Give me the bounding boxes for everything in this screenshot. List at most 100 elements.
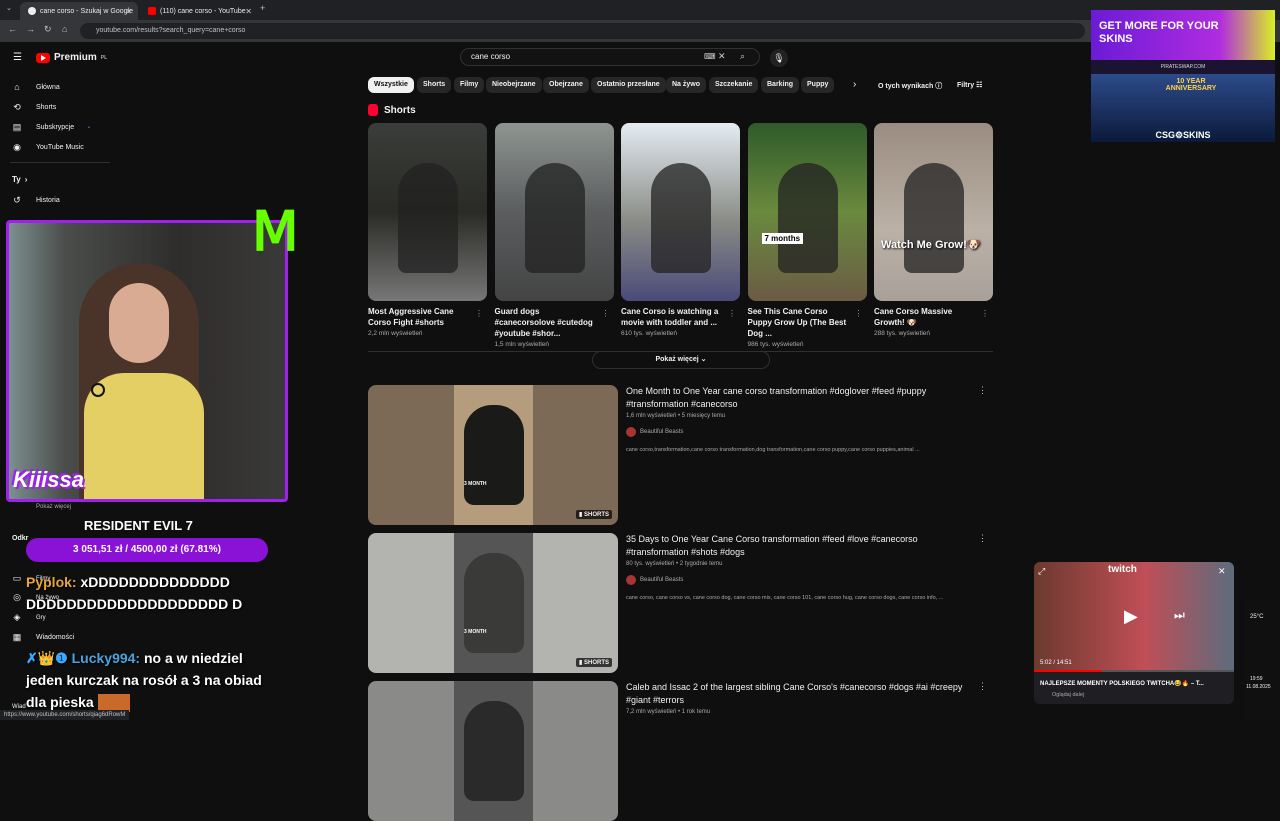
short-card[interactable]: Cane Corso is watching a movie with todd… bbox=[621, 123, 740, 337]
short-overlay-text: Watch Me Grow!🐶 bbox=[881, 239, 981, 251]
subscriptions-icon: ▤ bbox=[12, 122, 22, 132]
video-result[interactable]: Caleb and Issac 2 of the largest sibling… bbox=[368, 681, 993, 821]
dog-figure bbox=[524, 163, 585, 273]
expand-icon[interactable]: ⤢ bbox=[1038, 566, 1045, 577]
home-icon[interactable]: ⌂ bbox=[62, 24, 67, 34]
video-result[interactable]: 3 MONTH ▮ SHORTS One Month to One Year can… bbox=[368, 385, 993, 525]
back-icon[interactable]: ← bbox=[8, 24, 17, 34]
short-title[interactable]: Most Aggressive Cane Corso Fight #shorts bbox=[368, 306, 473, 328]
forward-icon[interactable]: → bbox=[26, 24, 35, 34]
video-thumbnail[interactable] bbox=[368, 681, 618, 821]
video-meta: 7,2 mln wyświetleń • 1 rok temu bbox=[626, 709, 711, 715]
chip-filter[interactable]: Ostatnio przesłane bbox=[591, 77, 666, 93]
close-tab-icon[interactable]: ✕ bbox=[245, 7, 252, 16]
short-title[interactable]: Cane Corso is watching a movie with todd… bbox=[621, 306, 726, 328]
new-tab-icon[interactable]: + bbox=[260, 3, 265, 13]
short-thumbnail[interactable] bbox=[494, 123, 614, 301]
sidebar-item-music[interactable]: ◉ YouTube Music bbox=[12, 142, 84, 153]
status-url: https://www.youtube.com/shorts/qiag6dRow… bbox=[0, 710, 130, 720]
close-tab-icon[interactable]: ✕ bbox=[125, 7, 132, 16]
tab-youtube[interactable]: (110) cane corso - YouTube ✕ bbox=[140, 2, 258, 20]
progress-track[interactable] bbox=[1034, 670, 1234, 672]
more-options-icon[interactable]: ⋮ bbox=[978, 533, 987, 544]
video-description: cane corso,transformation,cane corso tra… bbox=[626, 447, 920, 453]
video-result[interactable]: 3 MONTH ▮ SHORTS 35 Days to One Year Cane … bbox=[368, 533, 993, 673]
more-options-icon[interactable]: ⋮ bbox=[475, 309, 483, 318]
chip-filter[interactable]: Shorts bbox=[417, 77, 452, 93]
sidebar-item-news[interactable]: ▦ Wiadomości bbox=[12, 632, 74, 643]
clear-search-icon[interactable]: ✕ bbox=[718, 51, 726, 62]
more-options-icon[interactable]: ⋮ bbox=[728, 309, 736, 318]
ad-headline: GET MORE FOR YOUR SKINS bbox=[1099, 20, 1219, 45]
sidebar-item-shorts[interactable]: ⟲ Shorts bbox=[12, 102, 56, 113]
menu-icon[interactable]: ☰ bbox=[13, 52, 22, 63]
sidebar-item-subscriptions[interactable]: ▤ Subskrypcje • bbox=[12, 122, 90, 133]
show-more-shorts-button[interactable]: Pokaż więcej ⌄ bbox=[592, 351, 770, 369]
chat-message: Pyplok: xDDDDDDDDDDDDDD DDDDDDDDDDDDDDDD… bbox=[26, 571, 266, 615]
mini-player-title: NAJLEPSZE MOMENTY POLSKIEGO TWITCHA😂🔥 – … bbox=[1040, 681, 1204, 687]
short-title[interactable]: See This Cane Corso Puppy Grow Up (The B… bbox=[748, 306, 853, 339]
play-icon[interactable]: ▶ bbox=[1124, 606, 1138, 627]
short-thumbnail[interactable] bbox=[621, 123, 740, 301]
video-thumbnail[interactable]: 3 MONTH ▮ SHORTS bbox=[368, 385, 618, 525]
headphones-icon bbox=[91, 383, 105, 397]
address-bar[interactable]: youtube.com/results?search_query=cane+co… bbox=[80, 23, 1085, 39]
short-card[interactable]: 7 months See This Cane Corso Puppy Grow U… bbox=[747, 123, 867, 348]
info-icon: ⓘ bbox=[935, 83, 943, 90]
short-card[interactable]: Watch Me Grow!🐶 Cane Corso Massive Growth… bbox=[874, 123, 993, 337]
keyboard-icon[interactable]: ⌨ bbox=[704, 52, 716, 61]
chip-filter[interactable]: Barking bbox=[761, 77, 800, 93]
chip-filter[interactable]: Szczekanie bbox=[709, 77, 759, 93]
channel-row[interactable]: Beautiful Beasts bbox=[626, 575, 976, 585]
sidebar-show-more[interactable]: Pokaż więcej bbox=[12, 504, 71, 510]
short-thumbnail[interactable]: 7 months bbox=[747, 123, 867, 301]
short-views: 1,5 mln wyświetleń bbox=[494, 341, 550, 348]
video-title[interactable]: 35 Days to One Year Cane Corso transform… bbox=[626, 533, 976, 559]
sidebar-item-home[interactable]: ⌂ Główna bbox=[12, 82, 60, 92]
more-options-icon[interactable]: ⋮ bbox=[855, 309, 863, 318]
sidebar-explore-header: Odkr bbox=[12, 535, 28, 542]
short-title[interactable]: Cane Corso Massive Growth! 🐶 bbox=[874, 306, 979, 328]
chip-filter[interactable]: Wszystkie bbox=[368, 77, 414, 93]
more-options-icon[interactable]: ⋮ bbox=[978, 385, 987, 396]
chip-filter[interactable]: Nieobejrzane bbox=[486, 77, 542, 93]
skip-next-icon[interactable]: ⏭ bbox=[1174, 608, 1185, 623]
short-views: 2,2 mln wyświetleń bbox=[368, 330, 423, 337]
short-card[interactable]: Guard dogs #canecorsolove #cutedog #yout… bbox=[494, 123, 614, 348]
microphone-icon[interactable]: 🎙 bbox=[770, 49, 788, 67]
show-more-label: Pokaż więcej bbox=[36, 504, 72, 510]
short-thumbnail[interactable]: Watch Me Grow!🐶 bbox=[874, 123, 993, 301]
twitch-mini-player[interactable]: ⤢ twitch ✕ ▶ ⏭ 5:02 / 14:51 NAJLEPSZE MO… bbox=[1034, 562, 1234, 704]
tab-google[interactable]: cane corso - Szukaj w Google ✕ bbox=[20, 2, 138, 20]
video-title[interactable]: One Month to One Year cane corso transfo… bbox=[626, 385, 976, 411]
search-icon[interactable]: ⌕ bbox=[740, 51, 745, 62]
close-icon[interactable]: ✕ bbox=[1218, 566, 1226, 577]
chevron-right-icon[interactable]: › bbox=[853, 79, 856, 90]
about-results-link[interactable]: O tych wynikach ⓘ bbox=[878, 81, 942, 91]
ad-banner[interactable]: GET MORE FOR YOUR SKINS PIRATESWAP.COM 1… bbox=[1091, 10, 1275, 142]
filters-button[interactable]: Filtry ☷ bbox=[957, 81, 982, 89]
short-card[interactable]: Most Aggressive Cane Corso Fight #shorts… bbox=[368, 123, 487, 337]
video-title[interactable]: Caleb and Issac 2 of the largest sibling… bbox=[626, 681, 976, 707]
chip-filter[interactable]: Na żywo bbox=[666, 77, 707, 93]
more-options-icon[interactable]: ⋮ bbox=[981, 309, 989, 318]
youtube-logo[interactable]: Premium PL bbox=[36, 52, 107, 63]
chevron-right-icon: › bbox=[24, 175, 28, 184]
reload-icon[interactable]: ↻ bbox=[44, 24, 52, 35]
tab-list-icon[interactable]: ⌄ bbox=[6, 4, 12, 12]
chip-filter[interactable]: Puppy bbox=[801, 77, 835, 93]
monster-energy-logo-icon: Ⅿ bbox=[252, 202, 299, 262]
more-options-icon[interactable]: ⋮ bbox=[602, 309, 610, 318]
chip-filter[interactable]: Obejrzane bbox=[543, 77, 589, 93]
shorts-heading: Shorts bbox=[368, 104, 416, 116]
short-thumbnail[interactable] bbox=[368, 123, 487, 301]
sidebar-you-header[interactable]: Ty › bbox=[12, 175, 27, 184]
chip-filter[interactable]: Filmy bbox=[454, 77, 485, 93]
sidebar-item-history[interactable]: ↺ Historia bbox=[12, 195, 60, 206]
short-title[interactable]: Guard dogs #canecorsolove #cutedog #yout… bbox=[495, 306, 600, 339]
more-options-icon[interactable]: ⋮ bbox=[978, 681, 987, 692]
clock-time: 19:59 bbox=[1250, 676, 1263, 682]
channel-row[interactable]: Beautiful Beasts bbox=[626, 427, 976, 437]
video-thumbnail[interactable]: 3 MONTH ▮ SHORTS bbox=[368, 533, 618, 673]
sidebar-item-label: Główna bbox=[36, 83, 60, 91]
